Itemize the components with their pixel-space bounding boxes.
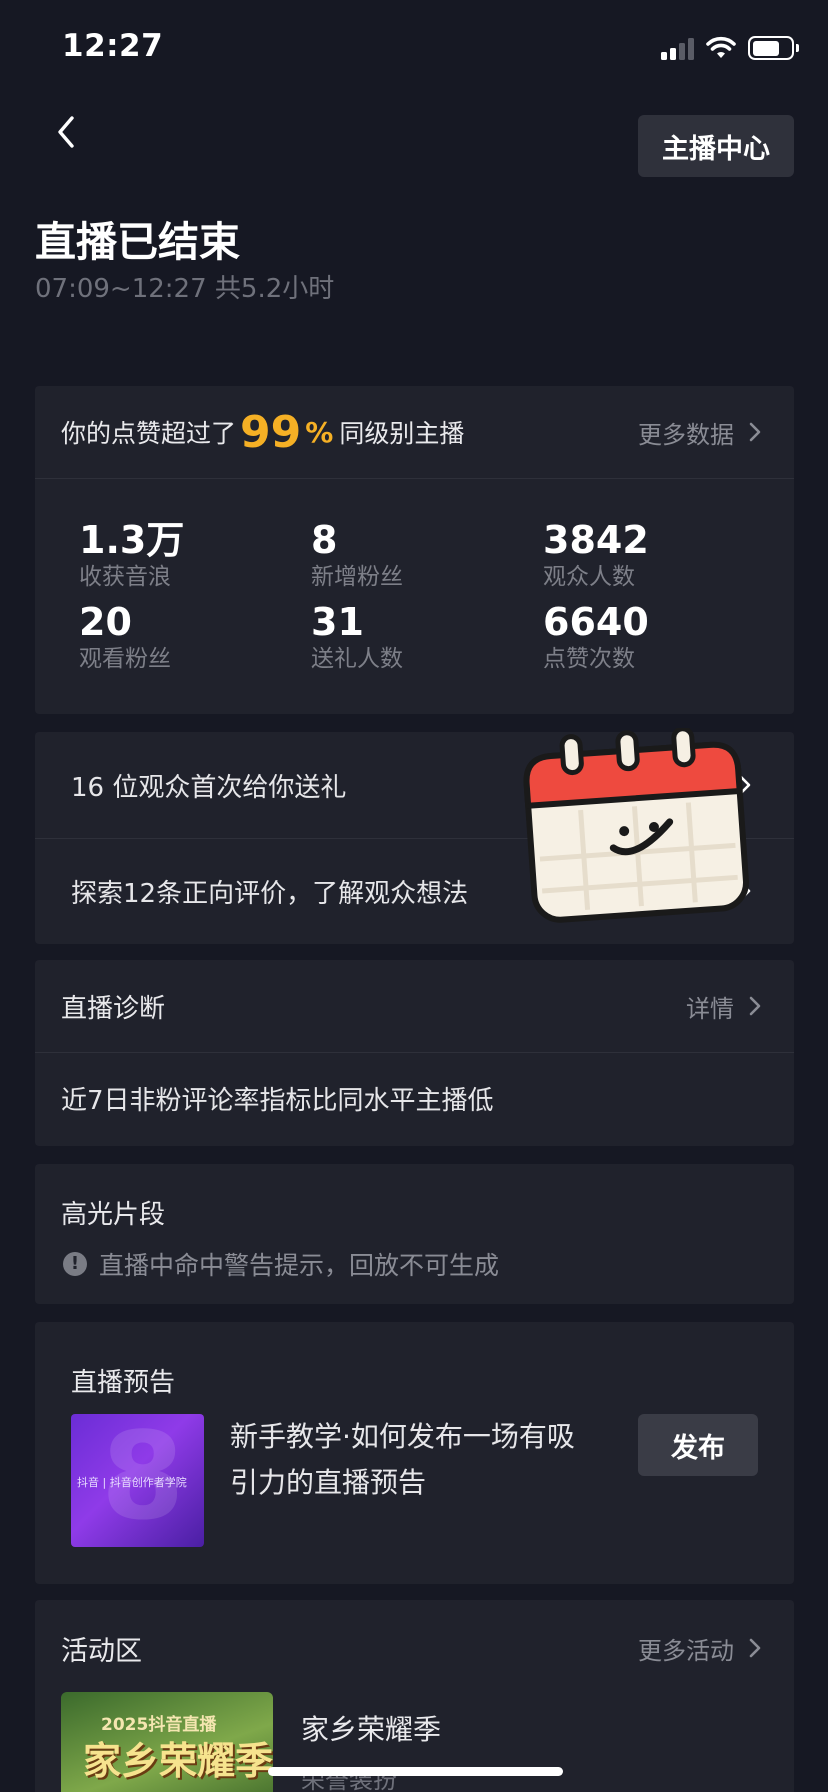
stat-viewers: 3842 观众人数 bbox=[543, 518, 743, 592]
thumbnail-title: 家乡荣耀季 bbox=[83, 1739, 273, 1783]
highlights-card: 高光片段 ! 直播中命中警告提示，回放不可生成 bbox=[35, 1164, 794, 1304]
live-ended-screen: 12:27 主播中心 直播已结束 07:09~12:27 共5.2小时 你的点赞… bbox=[0, 0, 828, 1792]
page-title: 直播已结束 bbox=[35, 218, 240, 266]
beat-prefix: 你的点赞超过了 bbox=[61, 419, 237, 448]
anchor-center-button[interactable]: 主播中心 bbox=[638, 115, 794, 177]
diagnosis-card: 直播诊断 详情 近7日非粉评论率指标比同水平主播低 bbox=[35, 960, 794, 1146]
stat-label: 收获音浪 bbox=[79, 564, 171, 590]
stat-label: 观众人数 bbox=[543, 564, 635, 590]
diagnosis-text: 近7日非粉评论率指标比同水平主播低 bbox=[61, 1086, 494, 1116]
chevron-right-icon bbox=[749, 996, 761, 1016]
detail-label: 详情 bbox=[686, 994, 734, 1023]
stat-label: 送礼人数 bbox=[311, 646, 403, 672]
divider bbox=[35, 478, 794, 479]
chevron-right-icon bbox=[749, 1638, 761, 1658]
preview-thumbnail[interactable]: 8 抖音 | 抖音创作者学院 bbox=[71, 1414, 204, 1547]
summary-card: 你的点赞超过了 99 % 同级别主播 更多数据 1.3万 收获音浪 8 新增粉丝… bbox=[35, 386, 794, 714]
stat-label: 点赞次数 bbox=[543, 646, 635, 672]
diagnosis-header: 直播诊断 详情 bbox=[61, 960, 768, 1052]
stat-gifters: 31 送礼人数 bbox=[311, 600, 511, 674]
home-indicator[interactable] bbox=[268, 1767, 563, 1776]
activities-title: 活动区 bbox=[61, 1635, 142, 1667]
likes-rank-row: 你的点赞超过了 99 % 同级别主播 更多数据 bbox=[61, 386, 768, 478]
activity-thumbnail[interactable]: 2025抖音直播 家乡荣耀季 bbox=[61, 1692, 273, 1792]
live-duration: 07:09~12:27 共5.2小时 bbox=[35, 274, 335, 304]
stat-sound-waves: 1.3万 收获音浪 bbox=[79, 518, 279, 592]
chevron-right-icon bbox=[749, 422, 761, 442]
stat-value: 20 bbox=[79, 600, 132, 644]
preview-title: 直播预告 bbox=[71, 1368, 176, 1398]
diagnosis-detail-link[interactable]: 详情 bbox=[686, 989, 768, 1024]
stat-value: 31 bbox=[311, 600, 364, 644]
warning-text: 直播中命中警告提示，回放不可生成 bbox=[99, 1251, 500, 1280]
publish-button[interactable]: 发布 bbox=[638, 1414, 758, 1476]
stat-value: 6640 bbox=[543, 600, 649, 644]
wifi-icon bbox=[706, 36, 736, 58]
stat-value: 8 bbox=[311, 518, 338, 562]
alert-icon: ! bbox=[63, 1252, 87, 1276]
divider bbox=[35, 1052, 794, 1053]
preview-description[interactable]: 新手教学·如何发布一场有吸引力的直播预告 bbox=[230, 1414, 590, 1506]
stat-fan-viewers: 20 观看粉丝 bbox=[79, 600, 279, 674]
more-activities-link[interactable]: 更多活动 bbox=[638, 1631, 768, 1666]
stat-new-followers: 8 新增粉丝 bbox=[311, 518, 511, 592]
back-arrow-icon[interactable] bbox=[52, 112, 82, 152]
highlights-warning: ! 直播中命中警告提示，回放不可生成 bbox=[63, 1246, 499, 1282]
beat-suffix: 同级别主播 bbox=[339, 419, 465, 448]
stat-label: 新增粉丝 bbox=[311, 564, 403, 590]
stat-likes: 6640 点赞次数 bbox=[543, 600, 743, 674]
calendar-sticker-icon bbox=[523, 728, 750, 923]
activities-header: 活动区 更多活动 bbox=[61, 1600, 768, 1696]
thumbnail-caption: 抖音 | 抖音创作者学院 bbox=[77, 1476, 187, 1489]
activity-name[interactable]: 家乡荣耀季 bbox=[301, 1708, 441, 1748]
more-activities-label: 更多活动 bbox=[638, 1636, 734, 1665]
beat-value: 99 bbox=[240, 406, 302, 458]
activities-card: 活动区 更多活动 2025抖音直播 家乡荣耀季 家乡荣耀季 荣誉装扮 bbox=[35, 1600, 794, 1792]
live-preview-card: 直播预告 8 抖音 | 抖音创作者学院 新手教学·如何发布一场有吸引力的直播预告… bbox=[35, 1322, 794, 1584]
more-data-link[interactable]: 更多数据 bbox=[638, 415, 768, 450]
status-icons bbox=[661, 36, 799, 60]
stat-label: 观看粉丝 bbox=[79, 646, 171, 672]
highlights-title: 高光片段 bbox=[61, 1200, 166, 1230]
battery-icon bbox=[748, 36, 799, 60]
beat-unit: % bbox=[305, 415, 334, 449]
stat-value: 3842 bbox=[543, 518, 649, 562]
diagnosis-title: 直播诊断 bbox=[61, 993, 166, 1024]
activity-subtitle: 荣誉装扮 bbox=[301, 1766, 397, 1792]
more-data-label: 更多数据 bbox=[638, 420, 734, 449]
positive-reviews-text: 探索12条正向评价，了解观众想法 bbox=[71, 878, 469, 909]
stat-value: 1.3万 bbox=[79, 518, 185, 562]
signal-icon bbox=[661, 36, 694, 60]
first-gift-text: 16 位观众首次给你送礼 bbox=[71, 772, 347, 803]
status-time: 12:27 bbox=[62, 28, 164, 64]
